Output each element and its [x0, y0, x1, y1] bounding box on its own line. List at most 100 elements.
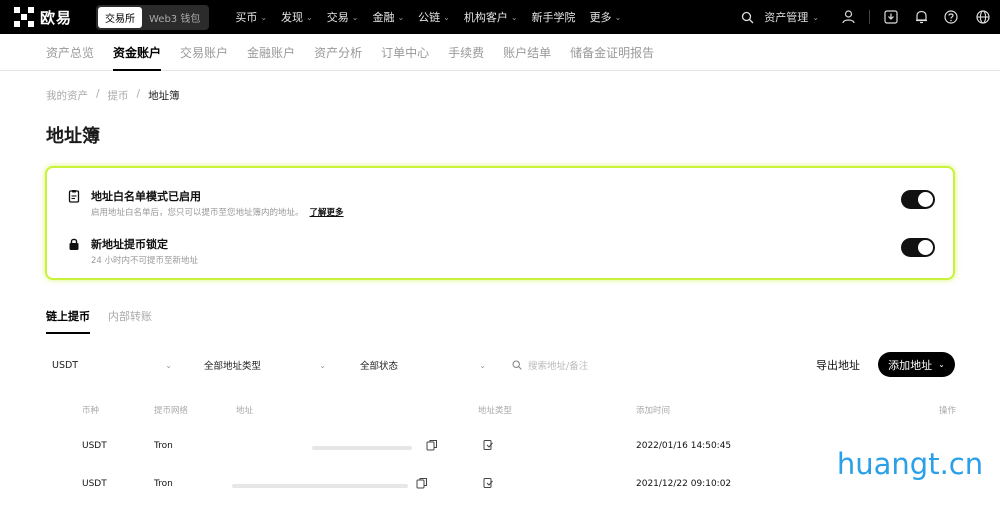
subnav-fees[interactable]: 手续费 — [448, 34, 484, 71]
mode-tab-web3-wallet[interactable]: Web3 钱包 — [142, 7, 207, 28]
new-address-lock-row: 新地址提币锁定 24 小时内不可提币至新地址 — [67, 234, 935, 274]
clipboard-icon — [68, 190, 80, 203]
whitelist-toggle[interactable] — [901, 190, 935, 209]
help-icon[interactable] — [936, 0, 966, 34]
tab-onchain-withdraw[interactable]: 链上提币 — [46, 308, 90, 334]
account-subnav: 资产总览 资金账户 交易账户 金融账户 资产分析 订单中心 手续费 账户结单 储… — [0, 34, 1000, 71]
whitelist-description: 启用地址白名单后，您只可以提币至您地址簿内的地址。 了解更多 — [91, 208, 344, 218]
nav-item-buy[interactable]: 买币 ⌄ — [235, 9, 267, 25]
address-type-icon — [483, 440, 493, 450]
chevron-down-icon: ⌄ — [614, 12, 622, 22]
search-placeholder: 搜索地址/备注 — [528, 361, 589, 372]
export-address-button[interactable]: 导出地址 — [816, 352, 860, 378]
learn-more-link[interactable]: 了解更多 — [310, 208, 344, 218]
tab-internal-transfer[interactable]: 内部转账 — [108, 308, 152, 334]
subnav-asset-analysis[interactable]: 资产分析 — [314, 34, 362, 71]
col-address-type: 地址类型 — [478, 406, 513, 416]
nav-item-chain[interactable]: 公链 ⌄ — [418, 9, 450, 25]
subnav-order-center[interactable]: 订单中心 — [381, 34, 429, 71]
coin-select[interactable]: USDT ⌄ — [52, 352, 172, 378]
nav-item-finance[interactable]: 金融 ⌄ — [372, 9, 404, 25]
table-header: 币种 提币网络 地址 地址类型 添加时间 操作 — [46, 402, 956, 418]
address-redacted — [312, 446, 412, 450]
top-right-actions: 资产管理 ⌄ — [734, 0, 1000, 34]
chevron-down-icon: ⌄ — [443, 12, 450, 22]
mode-switch: 交易所 Web3 钱包 — [96, 4, 210, 30]
row-network: Tron — [154, 441, 173, 451]
breadcrumb-current: 地址簿 — [148, 90, 180, 102]
col-network: 提币网络 — [154, 406, 189, 416]
chevron-down-icon: ⌄ — [397, 12, 405, 22]
add-address-button[interactable]: 添加地址 ⌄ — [878, 352, 955, 377]
col-added-time: 添加时间 — [636, 406, 671, 416]
chevron-down-icon: ⌄ — [510, 12, 518, 22]
address-lock-toggle[interactable] — [901, 238, 935, 257]
status-select[interactable]: 全部状态 ⌄ — [360, 352, 486, 378]
chevron-down-icon: ⌄ — [479, 360, 486, 370]
table-row: USDT Tron 2022/01/16 14:50:45 — [46, 433, 956, 463]
logo-text: 欧易 — [40, 8, 73, 27]
search-icon[interactable] — [734, 0, 760, 34]
lock-icon — [69, 238, 79, 250]
subnav-statements[interactable]: 账户结单 — [503, 34, 551, 71]
col-actions: 操作 — [938, 406, 956, 416]
top-navbar: 欧易 交易所 Web3 钱包 买币 ⌄ 发现 ⌄ 交易 ⌄ 金融 ⌄ 公链 ⌄ 机构客户 ⌄… — [0, 0, 1000, 34]
mode-tab-exchange[interactable]: 交易所 — [98, 6, 142, 28]
watermark: huangt.cn — [830, 429, 990, 499]
okx-logo-icon — [14, 7, 34, 27]
subnav-proof-of-reserves[interactable]: 储备金证明报告 — [570, 34, 654, 71]
chevron-down-icon: ⌄ — [260, 12, 268, 22]
chevron-down-icon: ⌄ — [812, 12, 819, 22]
row-added-time: 2022/01/16 14:50:45 — [636, 441, 732, 451]
nav-item-discover[interactable]: 发现 ⌄ — [281, 9, 313, 25]
download-icon[interactable] — [876, 0, 906, 34]
address-security-card: 地址白名单模式已启用 启用地址白名单后，您只可以提币至您地址簿内的地址。 了解更多… — [45, 166, 955, 280]
row-coin: USDT — [82, 479, 107, 489]
chevron-down-icon: ⌄ — [306, 12, 313, 22]
col-coin: 币种 — [82, 406, 100, 416]
address-lock-title: 新地址提币锁定 — [91, 238, 168, 251]
subnav-funding-account[interactable]: 资金账户 — [113, 34, 162, 71]
chevron-down-icon: ⌄ — [351, 12, 359, 22]
filter-bar: USDT ⌄ 全部地址类型 ⌄ 全部状态 ⌄ 搜索地址/备注 导出地址 添加地址 ⌄ — [46, 352, 956, 378]
chevron-down-icon: ⌄ — [165, 360, 172, 370]
chevron-down-icon: ⌄ — [938, 360, 945, 369]
nav-item-institutional[interactable]: 机构客户 ⌄ — [464, 9, 518, 25]
globe-icon[interactable] — [966, 0, 1000, 34]
subnav-trading-account[interactable]: 交易账户 — [180, 34, 228, 71]
nav-item-trade[interactable]: 交易 ⌄ — [327, 9, 359, 25]
breadcrumb-withdraw[interactable]: 提币 — [108, 88, 129, 103]
copy-icon[interactable] — [416, 477, 428, 489]
address-type-select[interactable]: 全部地址类型 ⌄ — [204, 352, 326, 378]
address-lock-description: 24 小时内不可提币至新地址 — [91, 256, 199, 266]
breadcrumb-separator: / — [96, 88, 100, 100]
page-title: 地址簿 — [46, 126, 100, 147]
whitelist-title: 地址白名单模式已启用 — [91, 190, 201, 203]
search-icon — [512, 360, 522, 370]
withdraw-type-tabs: 链上提币 内部转账 — [46, 308, 152, 334]
logo[interactable]: 欧易 — [14, 7, 92, 28]
row-coin: USDT — [82, 441, 107, 451]
main-nav: 买币 ⌄ 发现 ⌄ 交易 ⌄ 金融 ⌄ 公链 ⌄ 机构客户 ⌄ 新手学院 更多 ⌄ — [235, 9, 621, 25]
subnav-asset-overview[interactable]: 资产总览 — [46, 34, 94, 71]
nav-item-more[interactable]: 更多 ⌄ — [590, 9, 622, 25]
chevron-down-icon: ⌄ — [319, 360, 326, 370]
whitelist-setting-row: 地址白名单模式已启用 启用地址白名单后，您只可以提币至您地址簿内的地址。 了解更多 — [67, 186, 935, 226]
table-row: USDT Tron 2021/12/22 09:10:02 — [46, 471, 956, 501]
breadcrumb-my-assets[interactable]: 我的资产 — [46, 88, 88, 103]
breadcrumb: 我的资产 / 提币 / 地址簿 — [46, 88, 180, 103]
col-address: 地址 — [236, 406, 254, 416]
row-network: Tron — [154, 479, 173, 489]
row-added-time: 2021/12/22 09:10:02 — [636, 479, 732, 489]
nav-item-academy[interactable]: 新手学院 — [532, 9, 576, 25]
copy-icon[interactable] — [426, 439, 438, 451]
divider — [869, 10, 870, 24]
address-type-icon — [483, 478, 493, 488]
search-input[interactable]: 搜索地址/备注 — [512, 352, 588, 378]
breadcrumb-separator: / — [136, 88, 141, 100]
subnav-finance-account[interactable]: 金融账户 — [247, 34, 295, 71]
user-icon[interactable] — [833, 0, 863, 34]
bell-icon[interactable] — [906, 0, 936, 34]
address-redacted — [232, 484, 408, 488]
asset-management-menu[interactable]: 资产管理 ⌄ — [760, 0, 833, 34]
